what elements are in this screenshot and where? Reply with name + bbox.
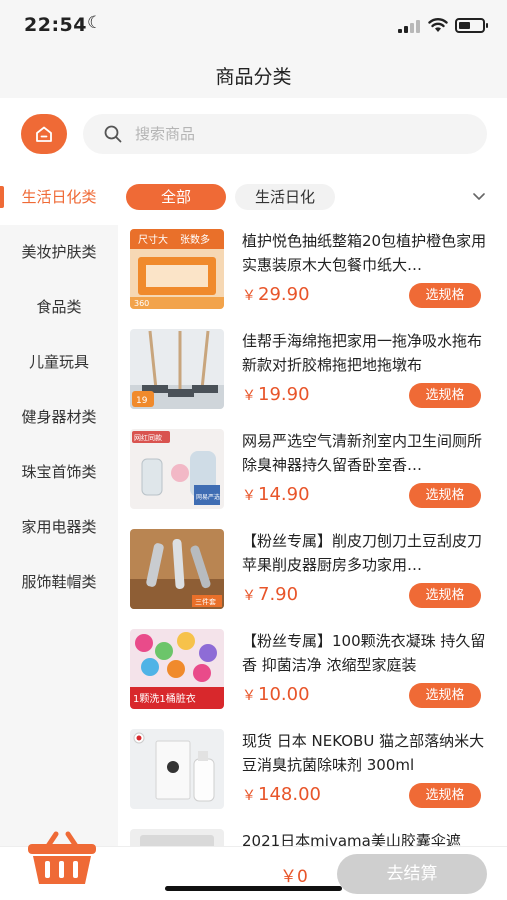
wifi-icon — [428, 18, 448, 32]
product-thumbnail: 三件套 — [130, 529, 224, 609]
product-price: ￥ 10.00 — [242, 684, 310, 705]
product-price: ￥ 29.90 — [242, 284, 310, 305]
battery-icon — [455, 18, 488, 33]
product-name: 【粉丝专属】100颗洗衣凝珠 持久留香 抑菌洁净 浓缩型家庭装 — [242, 632, 486, 674]
svg-text:网易严选: 网易严选 — [196, 493, 220, 501]
svg-text:19: 19 — [136, 396, 148, 406]
filter-chip-subcategory[interactable]: 生活日化 — [235, 184, 335, 210]
svg-text:张数多: 张数多 — [180, 233, 210, 246]
product-name: 网易严选空气清新剂室内卫生间厕所除臭神器持久留香卧室香… — [242, 432, 483, 474]
sidebar-item-appliances[interactable]: 家用电器类 — [0, 500, 118, 555]
product-card[interactable]: 2021日本miyama美山胶囊伞遮 — [118, 821, 507, 846]
select-spec-button[interactable]: 选规格 — [409, 483, 481, 508]
svg-text:1颗洗1桶脏衣: 1颗洗1桶脏衣 — [133, 692, 196, 705]
product-name: 佳帮手海绵拖把家用一拖净吸水拖布新款对折胶棉拖把地拖墩布 — [242, 332, 483, 374]
product-card[interactable]: 网红同款 网易严选 网易严选空气清新剂室内卫生间厕所除臭神器持久留香卧室香… ￥… — [118, 421, 507, 521]
product-thumbnail: 网红同款 网易严选 — [130, 429, 224, 509]
product-price: ￥ 14.90 — [242, 484, 310, 505]
category-sidebar: 生活日化类 美妆护肤类 食品类 儿童玩具 健身器材类 珠宝首饰类 家用电器类 服… — [0, 170, 118, 846]
sidebar-item-beauty[interactable]: 美妆护肤类 — [0, 225, 118, 280]
product-card[interactable]: 三件套 【粉丝专属】削皮刀刨刀土豆刮皮刀苹果削皮器厨房多功家用… ￥ 7.90 选… — [118, 521, 507, 621]
svg-text:360: 360 — [134, 299, 149, 308]
home-button[interactable] — [21, 114, 67, 154]
nav-bar: 商品分类 — [0, 52, 507, 98]
select-spec-button[interactable]: 选规格 — [409, 683, 481, 708]
status-bar: 22:54 ☾ — [0, 0, 507, 52]
moon-icon: ☾ — [87, 13, 103, 33]
search-input[interactable] — [135, 114, 465, 154]
product-thumbnail: 1颗洗1桶脏衣 — [130, 629, 224, 709]
clock: 22:54 — [24, 14, 87, 36]
sidebar-item-fitness[interactable]: 健身器材类 — [0, 390, 118, 445]
select-spec-button[interactable]: 选规格 — [409, 783, 481, 808]
product-price: ￥ 7.90 — [242, 584, 299, 605]
sidebar-item-apparel[interactable]: 服饰鞋帽类 — [0, 555, 118, 610]
product-name: 2021日本miyama美山胶囊伞遮 — [242, 832, 461, 846]
svg-text:尺寸大: 尺寸大 — [138, 233, 168, 246]
page-title: 商品分类 — [215, 66, 292, 88]
search-row — [0, 98, 507, 170]
search-bar[interactable] — [83, 114, 487, 154]
sidebar-item-food[interactable]: 食品类 — [0, 280, 118, 335]
home-indicator — [165, 886, 342, 891]
sidebar-item-jewelry[interactable]: 珠宝首饰类 — [0, 445, 118, 500]
product-thumbnail: 19 — [130, 329, 224, 409]
product-thumbnail: 尺寸大 张数多 360 — [130, 229, 224, 309]
product-thumbnail — [130, 829, 224, 846]
select-spec-button[interactable]: 选规格 — [409, 583, 481, 608]
sidebar-item-toys[interactable]: 儿童玩具 — [0, 335, 118, 390]
product-card[interactable]: 尺寸大 张数多 360 植护悦色抽纸整箱20包植护橙色家用实惠装原木大包餐巾纸大… — [118, 221, 507, 321]
checkout-button[interactable]: 去结算 — [337, 854, 487, 894]
product-name: 【粉丝专属】削皮刀刨刀土豆刮皮刀苹果削皮器厨房多功家用… — [242, 532, 483, 574]
chevron-down-icon[interactable] — [473, 190, 485, 202]
search-icon — [104, 125, 122, 143]
product-name: 现货 日本 NEKOBU 猫之部落纳米大豆消臭抗菌除味剂 300ml — [242, 732, 485, 774]
select-spec-button[interactable]: 选规格 — [409, 383, 481, 408]
svg-text:三件套: 三件套 — [195, 597, 216, 606]
select-spec-button[interactable]: 选规格 — [409, 283, 481, 308]
product-card[interactable]: 1颗洗1桶脏衣 【粉丝专属】100颗洗衣凝珠 持久留香 抑菌洁净 浓缩型家庭装 … — [118, 621, 507, 721]
cart-total: ￥0 — [280, 867, 308, 887]
svg-text:网红同款: 网红同款 — [134, 433, 162, 442]
product-price: ￥ 19.90 — [242, 384, 310, 405]
product-name: 植护悦色抽纸整箱20包植护橙色家用实惠装原木大包餐巾纸大… — [242, 232, 487, 274]
sidebar-item-daily-chemicals[interactable]: 生活日化类 — [0, 170, 118, 225]
cart-basket-icon[interactable] — [26, 830, 98, 886]
product-price: ￥ 148.00 — [242, 784, 321, 805]
filter-chip-all[interactable]: 全部 — [126, 184, 226, 210]
product-thumbnail — [130, 729, 224, 809]
signal-icon — [398, 20, 422, 33]
product-card[interactable]: 现货 日本 NEKOBU 猫之部落纳米大豆消臭抗菌除味剂 300ml ￥ 148.… — [118, 721, 507, 821]
product-panel: 全部 生活日化 尺寸大 张数多 360 植护悦色抽纸整箱20包植护橙色家用实惠装… — [118, 170, 507, 846]
product-card[interactable]: 19 佳帮手海绵拖把家用一拖净吸水拖布新款对折胶棉拖把地拖墩布 ￥ 19.90 选… — [118, 321, 507, 421]
home-icon — [36, 126, 52, 142]
